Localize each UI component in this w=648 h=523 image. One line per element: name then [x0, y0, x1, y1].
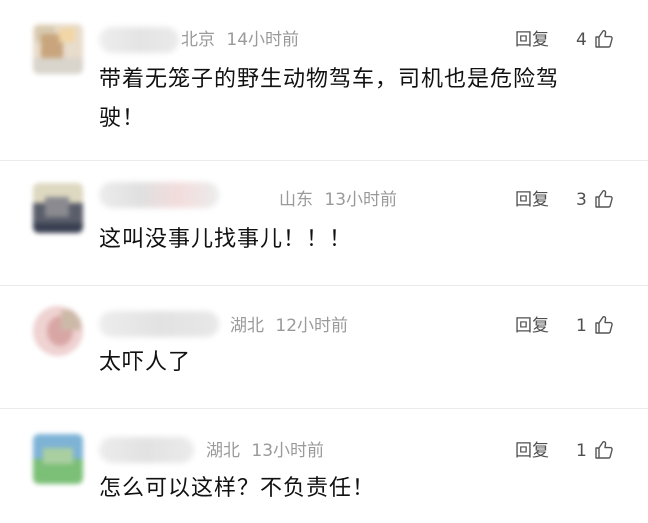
avatar[interactable]	[33, 306, 83, 356]
comment-location: 北京	[181, 30, 215, 50]
thumbs-up-icon[interactable]	[594, 440, 614, 460]
comment-time: 12小时前	[275, 316, 349, 336]
username[interactable]	[99, 182, 219, 208]
thumbs-up-icon[interactable]	[594, 315, 614, 335]
divider	[0, 285, 648, 286]
reply-button[interactable]: 回复	[515, 315, 549, 337]
comment-location: 湖北	[206, 441, 240, 461]
comment-location: 山东	[279, 190, 313, 210]
comment-text: 带着无笼子的野生动物驾车，司机也是危险驾驶！	[99, 67, 560, 131]
like-count: 1	[576, 316, 587, 336]
comment-time: 14小时前	[226, 30, 300, 50]
avatar[interactable]	[33, 24, 83, 74]
comment-time: 13小时前	[324, 190, 398, 210]
comment-text: 怎么可以这样？不负责任！	[99, 476, 376, 501]
divider	[0, 408, 648, 409]
comment-meta: 湖北 12小时前	[230, 315, 348, 337]
reply-button[interactable]: 回复	[515, 189, 549, 211]
thumbs-up-icon[interactable]	[594, 29, 614, 49]
comment-meta: 山东 13小时前	[279, 189, 397, 211]
thumbs-up-icon[interactable]	[594, 189, 614, 209]
comment-location: 湖北	[230, 316, 264, 336]
username[interactable]	[99, 311, 219, 337]
like-count: 1	[576, 441, 587, 461]
reply-button[interactable]: 回复	[515, 29, 549, 51]
divider	[0, 160, 648, 161]
username[interactable]	[99, 437, 194, 463]
comment-time: 13小时前	[251, 441, 325, 461]
username[interactable]	[99, 27, 179, 53]
like-count: 3	[576, 190, 587, 210]
comment-meta: 北京 14小时前	[181, 29, 299, 51]
like-count: 4	[576, 30, 587, 50]
comment-meta: 湖北 13小时前	[206, 440, 324, 462]
avatar[interactable]	[33, 183, 83, 233]
comment-text: 这叫没事儿找事儿！！！	[99, 227, 353, 252]
comment-text: 太吓人了	[99, 350, 192, 375]
reply-button[interactable]: 回复	[515, 440, 549, 462]
avatar[interactable]	[33, 434, 83, 484]
